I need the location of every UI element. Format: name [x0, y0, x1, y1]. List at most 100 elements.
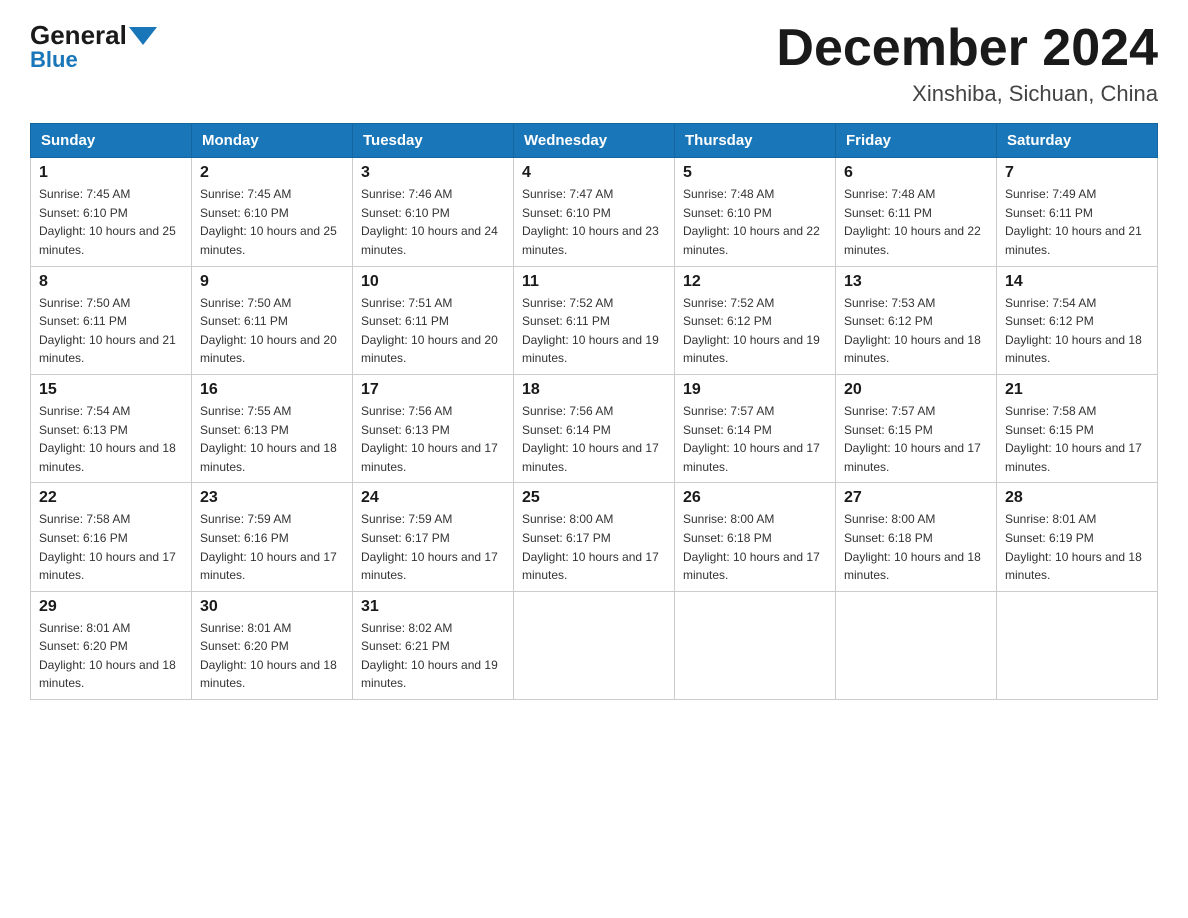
table-cell: 4 Sunrise: 7:47 AMSunset: 6:10 PMDayligh… [514, 158, 675, 266]
day-number: 30 [200, 598, 344, 616]
table-cell [836, 591, 997, 699]
day-number: 24 [361, 489, 505, 507]
day-number: 20 [844, 381, 988, 399]
table-cell: 24 Sunrise: 7:59 AMSunset: 6:17 PMDaylig… [353, 483, 514, 591]
week-row: 15 Sunrise: 7:54 AMSunset: 6:13 PMDaylig… [31, 374, 1158, 482]
day-info: Sunrise: 7:55 AMSunset: 6:13 PMDaylight:… [200, 404, 337, 474]
table-cell: 23 Sunrise: 7:59 AMSunset: 6:16 PMDaylig… [192, 483, 353, 591]
day-info: Sunrise: 7:56 AMSunset: 6:14 PMDaylight:… [522, 404, 659, 474]
table-cell: 31 Sunrise: 8:02 AMSunset: 6:21 PMDaylig… [353, 591, 514, 699]
col-tuesday: Tuesday [353, 124, 514, 158]
day-info: Sunrise: 7:57 AMSunset: 6:15 PMDaylight:… [844, 404, 981, 474]
col-wednesday: Wednesday [514, 124, 675, 158]
day-number: 3 [361, 164, 505, 182]
table-cell: 28 Sunrise: 8:01 AMSunset: 6:19 PMDaylig… [997, 483, 1158, 591]
table-cell: 17 Sunrise: 7:56 AMSunset: 6:13 PMDaylig… [353, 374, 514, 482]
day-number: 26 [683, 489, 827, 507]
table-cell: 15 Sunrise: 7:54 AMSunset: 6:13 PMDaylig… [31, 374, 192, 482]
day-info: Sunrise: 7:54 AMSunset: 6:12 PMDaylight:… [1005, 296, 1142, 366]
table-cell: 18 Sunrise: 7:56 AMSunset: 6:14 PMDaylig… [514, 374, 675, 482]
table-cell: 7 Sunrise: 7:49 AMSunset: 6:11 PMDayligh… [997, 158, 1158, 266]
table-cell: 10 Sunrise: 7:51 AMSunset: 6:11 PMDaylig… [353, 266, 514, 374]
table-cell: 11 Sunrise: 7:52 AMSunset: 6:11 PMDaylig… [514, 266, 675, 374]
day-info: Sunrise: 8:00 AMSunset: 6:18 PMDaylight:… [844, 512, 981, 582]
day-info: Sunrise: 7:51 AMSunset: 6:11 PMDaylight:… [361, 296, 498, 366]
day-info: Sunrise: 7:59 AMSunset: 6:16 PMDaylight:… [200, 512, 337, 582]
day-info: Sunrise: 7:48 AMSunset: 6:11 PMDaylight:… [844, 187, 981, 257]
table-cell: 19 Sunrise: 7:57 AMSunset: 6:14 PMDaylig… [675, 374, 836, 482]
table-cell: 29 Sunrise: 8:01 AMSunset: 6:20 PMDaylig… [31, 591, 192, 699]
week-row: 29 Sunrise: 8:01 AMSunset: 6:20 PMDaylig… [31, 591, 1158, 699]
day-number: 25 [522, 489, 666, 507]
day-number: 17 [361, 381, 505, 399]
week-row: 22 Sunrise: 7:58 AMSunset: 6:16 PMDaylig… [31, 483, 1158, 591]
table-cell: 20 Sunrise: 7:57 AMSunset: 6:15 PMDaylig… [836, 374, 997, 482]
day-number: 2 [200, 164, 344, 182]
table-cell: 14 Sunrise: 7:54 AMSunset: 6:12 PMDaylig… [997, 266, 1158, 374]
day-info: Sunrise: 7:54 AMSunset: 6:13 PMDaylight:… [39, 404, 176, 474]
day-info: Sunrise: 7:49 AMSunset: 6:11 PMDaylight:… [1005, 187, 1142, 257]
day-number: 14 [1005, 273, 1149, 291]
col-thursday: Thursday [675, 124, 836, 158]
day-number: 21 [1005, 381, 1149, 399]
table-cell [997, 591, 1158, 699]
day-number: 12 [683, 273, 827, 291]
day-info: Sunrise: 7:52 AMSunset: 6:11 PMDaylight:… [522, 296, 659, 366]
table-cell [514, 591, 675, 699]
logo-arrow-icon [129, 27, 157, 45]
day-number: 6 [844, 164, 988, 182]
day-info: Sunrise: 7:58 AMSunset: 6:16 PMDaylight:… [39, 512, 176, 582]
table-cell: 16 Sunrise: 7:55 AMSunset: 6:13 PMDaylig… [192, 374, 353, 482]
table-cell: 13 Sunrise: 7:53 AMSunset: 6:12 PMDaylig… [836, 266, 997, 374]
table-cell: 6 Sunrise: 7:48 AMSunset: 6:11 PMDayligh… [836, 158, 997, 266]
table-cell: 30 Sunrise: 8:01 AMSunset: 6:20 PMDaylig… [192, 591, 353, 699]
day-info: Sunrise: 7:50 AMSunset: 6:11 PMDaylight:… [39, 296, 176, 366]
day-info: Sunrise: 8:02 AMSunset: 6:21 PMDaylight:… [361, 621, 498, 691]
table-cell: 5 Sunrise: 7:48 AMSunset: 6:10 PMDayligh… [675, 158, 836, 266]
day-number: 28 [1005, 489, 1149, 507]
day-info: Sunrise: 7:45 AMSunset: 6:10 PMDaylight:… [39, 187, 176, 257]
table-cell: 2 Sunrise: 7:45 AMSunset: 6:10 PMDayligh… [192, 158, 353, 266]
location-subtitle: Xinshiba, Sichuan, China [776, 81, 1158, 107]
day-number: 31 [361, 598, 505, 616]
day-number: 18 [522, 381, 666, 399]
day-number: 19 [683, 381, 827, 399]
table-cell: 1 Sunrise: 7:45 AMSunset: 6:10 PMDayligh… [31, 158, 192, 266]
day-info: Sunrise: 8:00 AMSunset: 6:17 PMDaylight:… [522, 512, 659, 582]
table-cell: 26 Sunrise: 8:00 AMSunset: 6:18 PMDaylig… [675, 483, 836, 591]
table-cell: 22 Sunrise: 7:58 AMSunset: 6:16 PMDaylig… [31, 483, 192, 591]
table-cell: 27 Sunrise: 8:00 AMSunset: 6:18 PMDaylig… [836, 483, 997, 591]
logo: General Blue [30, 20, 157, 73]
day-number: 15 [39, 381, 183, 399]
day-number: 1 [39, 164, 183, 182]
day-number: 27 [844, 489, 988, 507]
day-number: 7 [1005, 164, 1149, 182]
day-number: 22 [39, 489, 183, 507]
logo-blue-text: Blue [30, 47, 78, 73]
col-saturday: Saturday [997, 124, 1158, 158]
day-info: Sunrise: 7:59 AMSunset: 6:17 PMDaylight:… [361, 512, 498, 582]
day-number: 5 [683, 164, 827, 182]
day-number: 23 [200, 489, 344, 507]
header-row: Sunday Monday Tuesday Wednesday Thursday… [31, 124, 1158, 158]
day-info: Sunrise: 7:52 AMSunset: 6:12 PMDaylight:… [683, 296, 820, 366]
day-number: 16 [200, 381, 344, 399]
table-cell: 21 Sunrise: 7:58 AMSunset: 6:15 PMDaylig… [997, 374, 1158, 482]
day-info: Sunrise: 8:00 AMSunset: 6:18 PMDaylight:… [683, 512, 820, 582]
table-cell: 12 Sunrise: 7:52 AMSunset: 6:12 PMDaylig… [675, 266, 836, 374]
day-info: Sunrise: 7:46 AMSunset: 6:10 PMDaylight:… [361, 187, 498, 257]
month-title: December 2024 [776, 20, 1158, 77]
day-info: Sunrise: 7:56 AMSunset: 6:13 PMDaylight:… [361, 404, 498, 474]
day-number: 8 [39, 273, 183, 291]
day-info: Sunrise: 8:01 AMSunset: 6:20 PMDaylight:… [200, 621, 337, 691]
day-info: Sunrise: 7:48 AMSunset: 6:10 PMDaylight:… [683, 187, 820, 257]
table-cell: 8 Sunrise: 7:50 AMSunset: 6:11 PMDayligh… [31, 266, 192, 374]
col-sunday: Sunday [31, 124, 192, 158]
table-cell: 9 Sunrise: 7:50 AMSunset: 6:11 PMDayligh… [192, 266, 353, 374]
day-number: 4 [522, 164, 666, 182]
week-row: 8 Sunrise: 7:50 AMSunset: 6:11 PMDayligh… [31, 266, 1158, 374]
day-info: Sunrise: 7:50 AMSunset: 6:11 PMDaylight:… [200, 296, 337, 366]
week-row: 1 Sunrise: 7:45 AMSunset: 6:10 PMDayligh… [31, 158, 1158, 266]
day-number: 13 [844, 273, 988, 291]
day-number: 11 [522, 273, 666, 291]
